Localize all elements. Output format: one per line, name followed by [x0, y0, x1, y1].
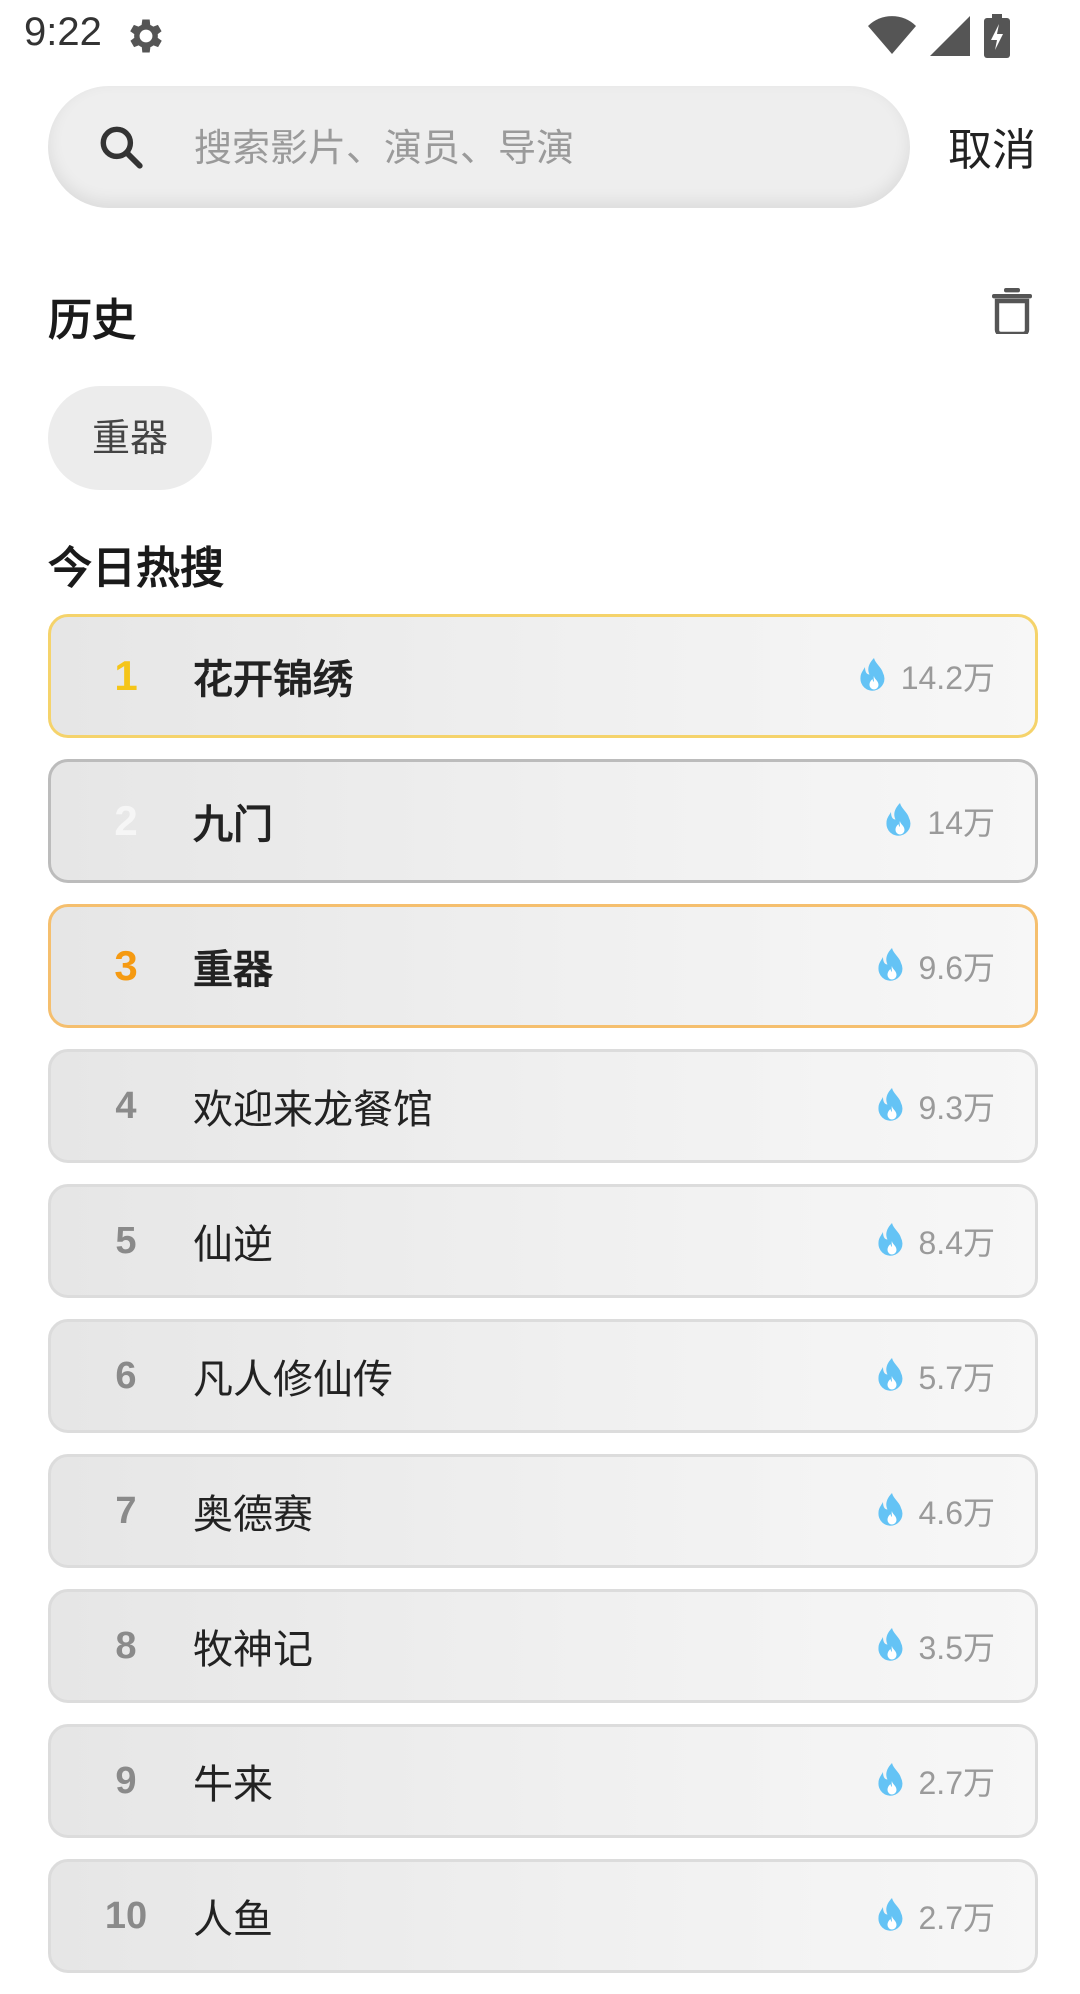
hot-search-item[interactable]: 4 欢迎来龙餐馆 9.3万 [48, 1049, 1038, 1163]
heat-value: 2.7万 [918, 1765, 996, 1801]
hot-search-list: 1 花开锦绣 14.2万 2 九门 14万 3 重器 9.6万 4 欢迎来龙餐馆… [48, 614, 1038, 1994]
wifi-icon [868, 16, 916, 54]
rank-number: 9 [115, 1759, 137, 1802]
heat-count: 14万 [885, 762, 995, 880]
status-icons [868, 12, 1010, 60]
heat-value: 2.7万 [918, 1900, 996, 1936]
hot-search-item[interactable]: 7 奥德赛 4.6万 [48, 1454, 1038, 1568]
status-time: 9:22 [24, 10, 102, 54]
rank-number: 10 [104, 1894, 148, 1937]
status-bar: 9:22 [0, 0, 1080, 72]
fire-icon [877, 1628, 902, 1661]
search-box[interactable] [48, 86, 910, 210]
heat-value: 9.6万 [918, 950, 996, 986]
heat-count: 14.2万 [859, 617, 995, 735]
hot-search-item[interactable]: 10 人鱼 2.7万 [48, 1859, 1038, 1973]
hot-search-title-text: 欢迎来龙餐馆 [193, 1087, 433, 1133]
fire-icon [860, 658, 885, 691]
search-input[interactable] [192, 86, 886, 210]
hot-search-item[interactable]: 6 凡人修仙传 5.7万 [48, 1319, 1038, 1433]
history-chip[interactable]: 重器 [48, 386, 213, 490]
fire-icon [886, 803, 911, 836]
hot-search-title-text: 花开锦绣 [193, 657, 353, 703]
rank-number: 4 [115, 1084, 137, 1127]
fire-icon [877, 1763, 902, 1796]
hot-search-item[interactable]: 8 牧神记 3.5万 [48, 1589, 1038, 1703]
cancel-button[interactable]: 取消 [948, 114, 1036, 178]
rank-number: 8 [115, 1624, 137, 1667]
trash-icon[interactable] [992, 288, 1032, 334]
heat-value: 3.5万 [918, 1630, 996, 1666]
rank-number: 3 [114, 942, 138, 989]
gear-icon [130, 19, 162, 53]
search-icon [100, 126, 143, 169]
heat-value: 14.2万 [900, 660, 995, 696]
hot-search-item[interactable]: 5 仙逆 8.4万 [48, 1184, 1038, 1298]
rank-number: 5 [115, 1219, 137, 1262]
heat-value: 9.3万 [918, 1090, 996, 1126]
signal-icon [930, 16, 970, 56]
hot-search-item[interactable]: 1 花开锦绣 14.2万 [48, 614, 1038, 738]
hot-search-title-text: 牧神记 [193, 1627, 313, 1673]
heat-count: 5.7万 [877, 1322, 996, 1430]
rank-number: 6 [115, 1354, 137, 1397]
fire-icon [877, 1088, 902, 1121]
heat-value: 4.6万 [918, 1495, 996, 1531]
rank-number: 2 [114, 797, 138, 844]
fire-icon [877, 948, 902, 981]
rank-number: 1 [114, 652, 138, 699]
heat-count: 9.6万 [877, 907, 996, 1025]
hot-search-item[interactable]: 9 牛来 2.7万 [48, 1724, 1038, 1838]
heat-value: 5.7万 [918, 1360, 996, 1396]
heat-count: 4.6万 [877, 1457, 996, 1565]
hot-search-title-text: 凡人修仙传 [193, 1357, 393, 1403]
fire-icon [877, 1358, 902, 1391]
hot-search-title-text: 九门 [193, 802, 273, 848]
hot-search-title-text: 奥德赛 [193, 1492, 313, 1538]
rank-number: 7 [115, 1489, 137, 1532]
hot-search-item[interactable]: 2 九门 14万 [48, 759, 1038, 883]
heat-count: 2.7万 [877, 1727, 996, 1835]
hot-search-title-text: 仙逆 [193, 1222, 273, 1268]
hot-search-item[interactable]: 3 重器 9.6万 [48, 904, 1038, 1028]
heat-count: 8.4万 [877, 1187, 996, 1295]
heat-value: 8.4万 [918, 1225, 996, 1261]
heat-value: 14万 [927, 805, 995, 841]
search-row: 取消 [48, 86, 1038, 210]
battery-charging-icon [984, 14, 1010, 58]
history-title: 历史 [48, 295, 136, 346]
fire-icon [877, 1493, 902, 1526]
hot-search-title: 今日热搜 [48, 543, 224, 594]
heat-count: 2.7万 [877, 1862, 996, 1970]
hot-search-title-text: 重器 [193, 947, 273, 993]
heat-count: 9.3万 [877, 1052, 996, 1160]
hot-search-title-text: 人鱼 [193, 1897, 273, 1943]
hot-search-title-text: 牛来 [193, 1762, 273, 1808]
fire-icon [877, 1223, 902, 1256]
heat-count: 3.5万 [877, 1592, 996, 1700]
fire-icon [877, 1898, 902, 1931]
